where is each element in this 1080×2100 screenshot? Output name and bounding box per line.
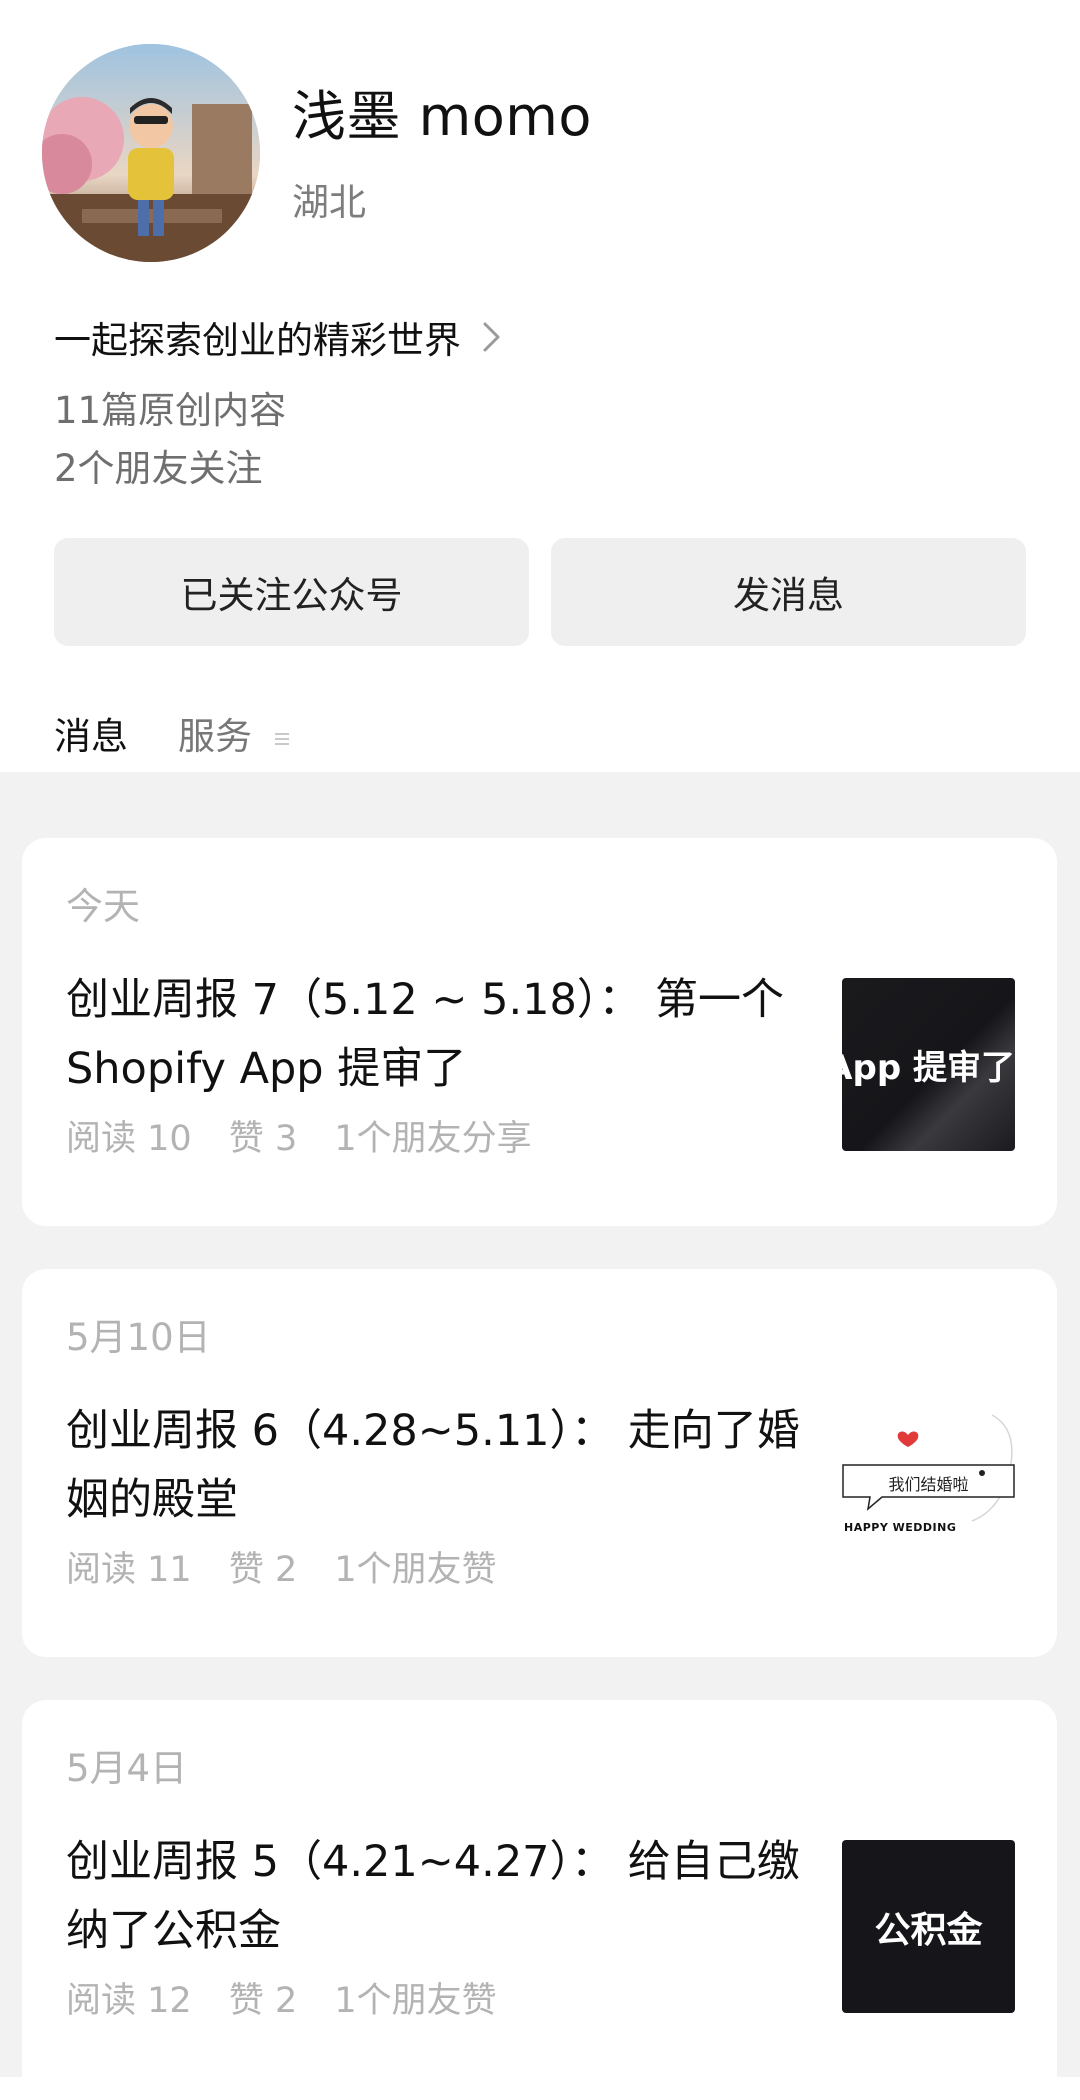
chevron-right-icon [483,322,500,352]
like-count: 赞 2 [228,1981,298,2021]
menu-lines-icon [274,732,289,745]
bio-row[interactable]: 一起探索创业的精彩世界 [54,310,503,364]
avatar-illustration [42,44,260,262]
thumbnail-caption: App 提审了 [842,1048,1015,1088]
like-count: 赞 3 [228,1119,298,1159]
article-title: 创业周报 5（4.21~4.27）： 给自己缴纳了公积金 [66,1837,800,1956]
article-card[interactable]: 5月4日 创业周报 5（4.21~4.27）： 给自己缴纳了公积金 阅读 12 … [22,1700,1057,2100]
article-meta: 阅读 10 赞 3 1个朋友分享 [66,1110,558,1161]
article-title: 创业周报 7（5.12 ~ 5.18）： 第一个 Shopify App 提审了 [66,975,785,1094]
article-meta: 阅读 12 赞 2 1个朋友赞 [66,1972,523,2023]
friends-follow-count: 2个朋友关注 [54,447,263,490]
friend-like: 1个朋友赞 [334,1550,497,1590]
article-card[interactable]: 今天 创业周报 7（5.12 ~ 5.18）： 第一个 Shopify App … [22,838,1057,1226]
tab-services[interactable]: 服务 [178,706,290,778]
avatar[interactable] [42,44,260,262]
article-thumbnail: App 提审了 [842,978,1015,1151]
profile-header: 浅墨 momo 湖北 一起探索创业的精彩世界 11篇原创内容 2个朋友关注 已关… [0,0,1080,778]
account-name: 浅墨 momo [292,85,592,148]
like-count: 赞 2 [228,1550,298,1590]
article-thumbnail: 公积金 [842,1840,1015,2013]
tab-bar: 消息 服务 [54,706,340,778]
wedding-subcaption: HAPPY WEDDING [844,1521,957,1534]
heart-icon [897,1431,919,1447]
read-count: 阅读 12 [66,1981,192,2021]
friend-like: 1个朋友赞 [334,1981,497,2021]
article-feed: 今天 创业周报 7（5.12 ~ 5.18）： 第一个 Shopify App … [0,772,1080,2100]
article-date: 今天 [66,885,140,928]
tab-messages-label: 消息 [54,715,128,758]
article-card[interactable]: 5月10日 创业周报 6（4.28~5.11）： 走向了婚姻的殿堂 阅读 11 … [22,1269,1057,1657]
followed-account-button[interactable]: 已关注公众号 [54,538,529,646]
wedding-graphic [842,1414,1015,1522]
thumbnail-caption: 公积金 [874,1909,983,1951]
article-date: 5月10日 [66,1316,211,1359]
article-date: 5月4日 [66,1747,188,1790]
original-count: 11篇原创内容 [54,389,287,432]
wedding-caption: 我们结婚啦 [888,1475,969,1494]
account-location: 湖北 [292,181,366,224]
send-message-button[interactable]: 发消息 [551,538,1026,646]
tab-services-label: 服务 [178,715,252,758]
article-thumbnail: 我们结婚啦 HAPPY WEDDING [842,1409,1015,1582]
article-title: 创业周报 6（4.28~5.11）： 走向了婚姻的殿堂 [66,1406,800,1525]
friend-share: 1个朋友分享 [334,1119,532,1159]
read-count: 阅读 10 [66,1119,192,1159]
tab-messages[interactable]: 消息 [54,706,128,778]
account-bio: 一起探索创业的精彩世界 [54,319,461,362]
article-meta: 阅读 11 赞 2 1个朋友赞 [66,1541,523,1592]
read-count: 阅读 11 [66,1550,192,1590]
